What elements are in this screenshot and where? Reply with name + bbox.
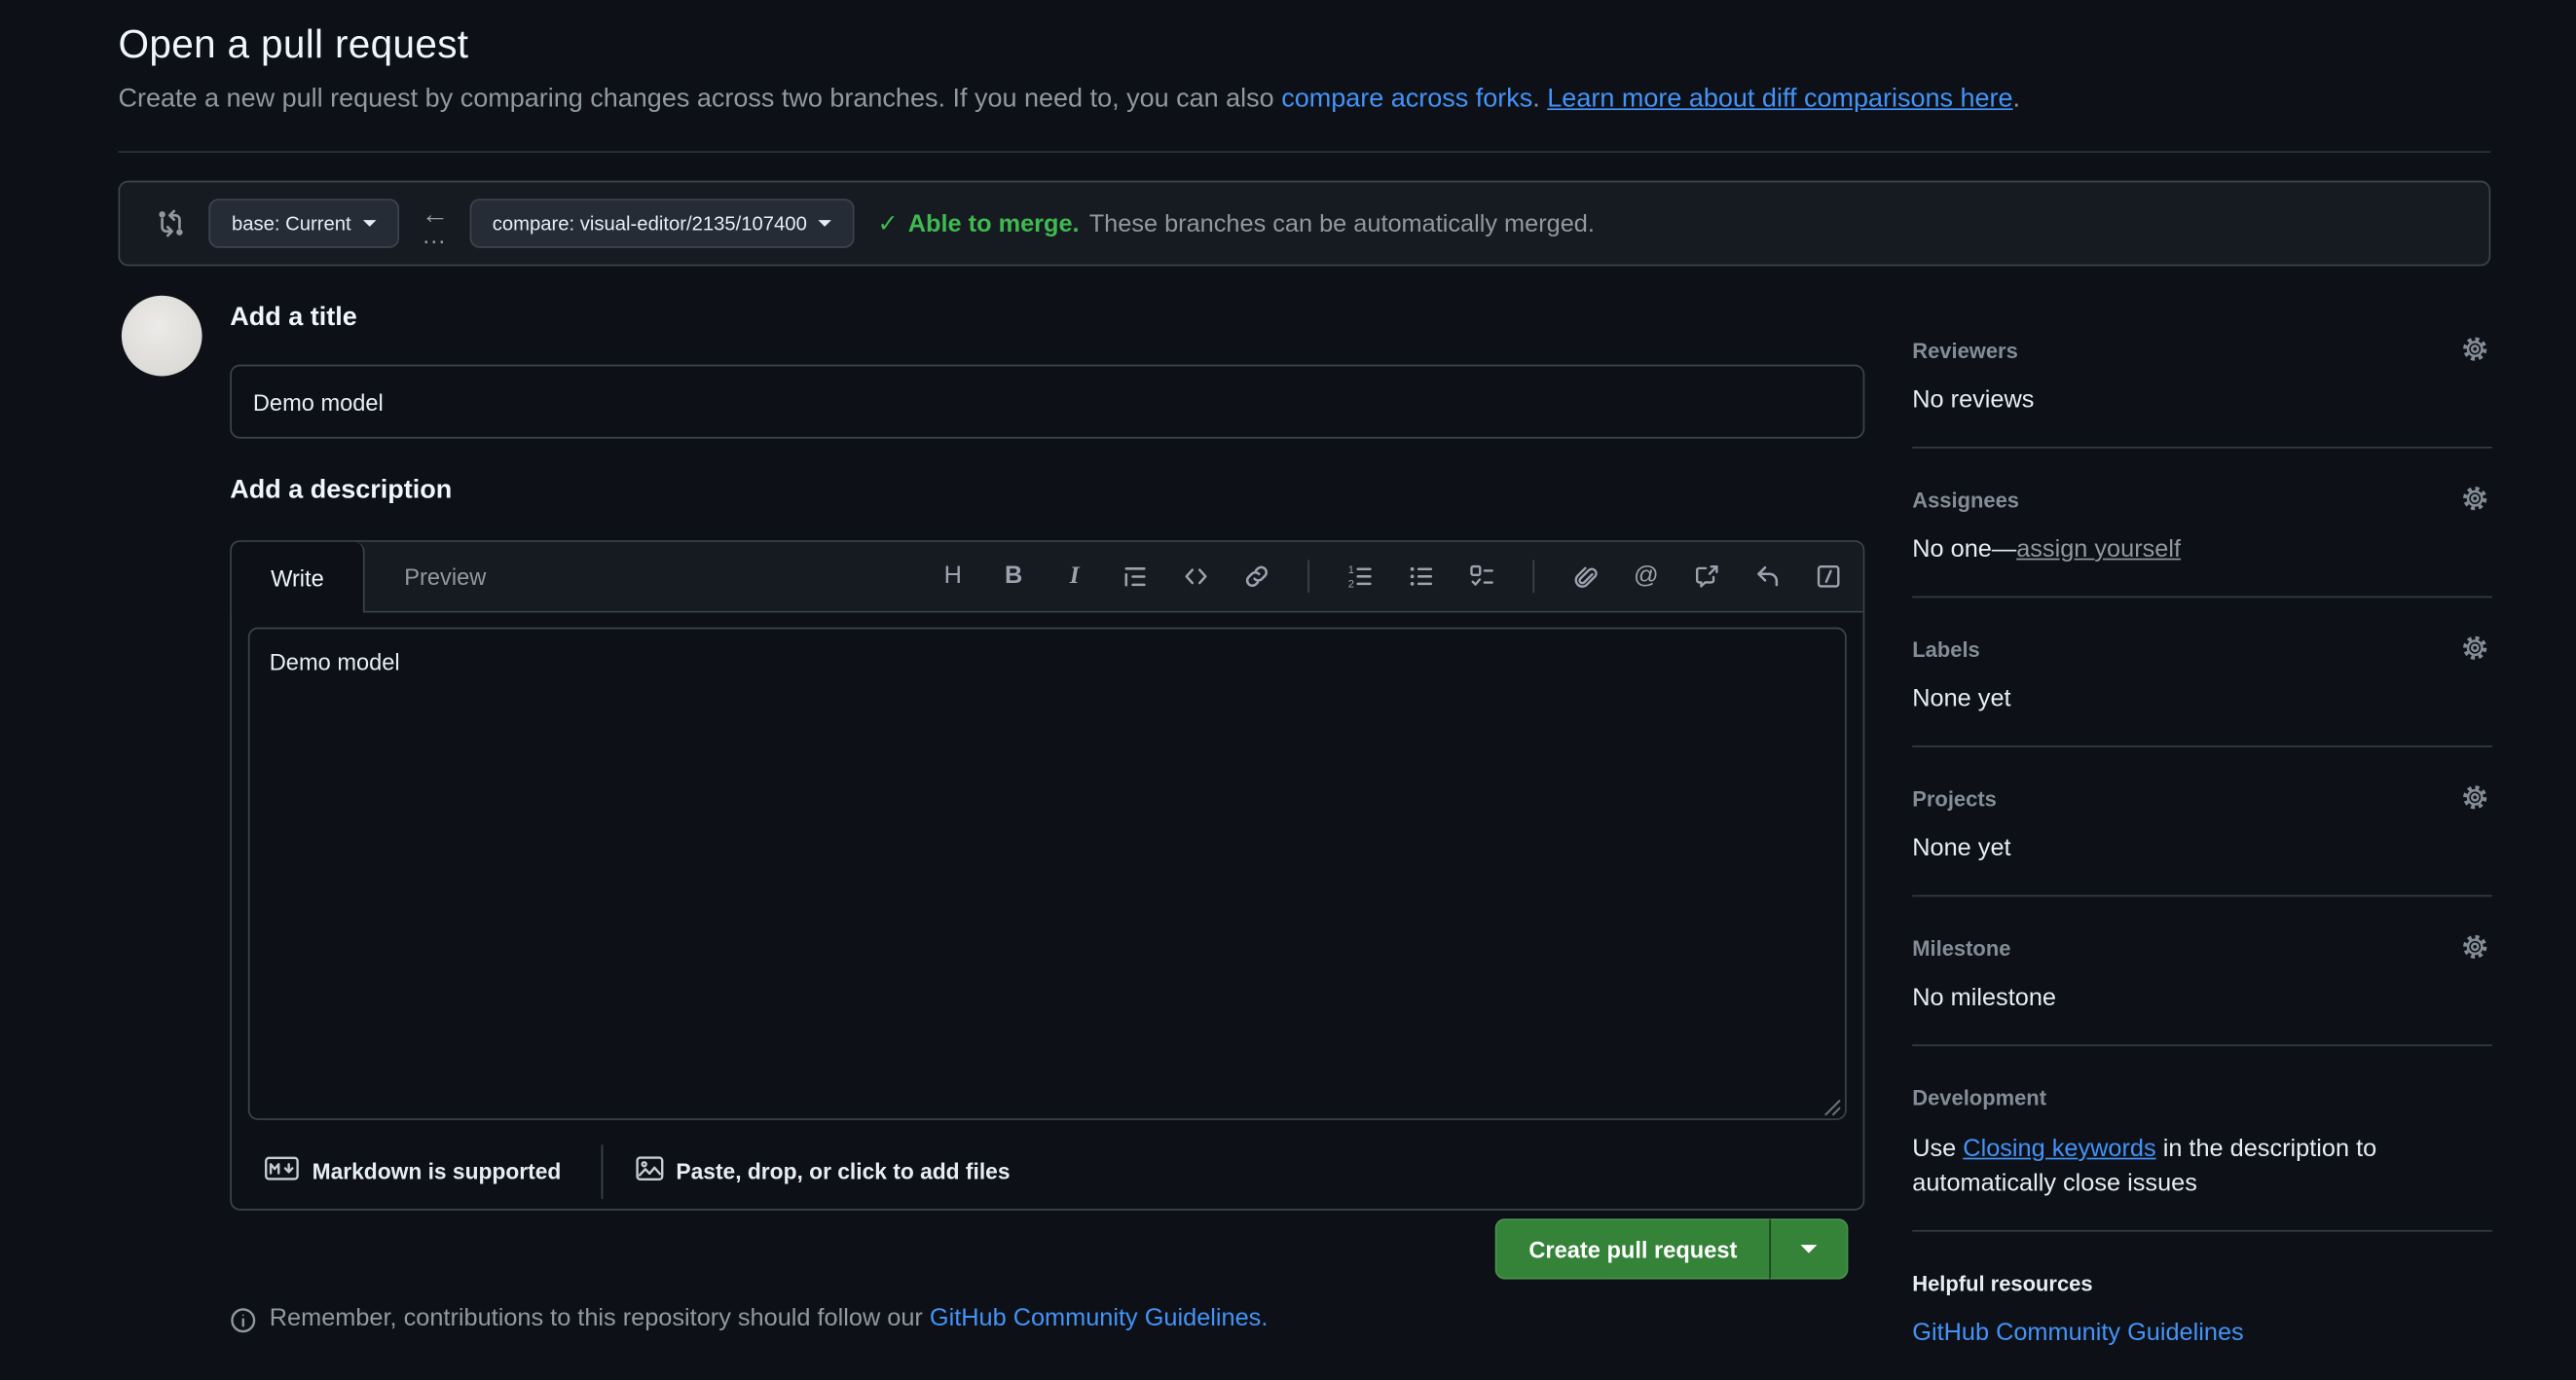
pr-title-input[interactable] — [230, 365, 1864, 439]
pr-form: Add a title Add a description Write Prev… — [230, 306, 1864, 1211]
community-guidelines-note: Remember, contributions to this reposito… — [230, 1304, 1268, 1340]
bold-icon[interactable]: B — [1001, 563, 1027, 590]
create-pull-request-button[interactable]: Create pull request — [1495, 1218, 1770, 1279]
assignees-heading: Assignees — [1912, 488, 2492, 514]
tab-write[interactable]: Write — [232, 542, 365, 613]
labels-heading: Labels — [1912, 637, 2492, 664]
development-text: Use Closing keywords in the description … — [1912, 1132, 2492, 1201]
svg-text:2: 2 — [1348, 578, 1354, 589]
reply-icon[interactable] — [1754, 563, 1781, 590]
page-subtitle: Create a new pull request by comparing c… — [119, 86, 2491, 115]
footer-separator — [601, 1144, 603, 1198]
projects-value: None yet — [1912, 833, 2492, 866]
markdown-supported[interactable]: Markdown is supported — [265, 1156, 562, 1185]
compare-across-forks-link[interactable]: compare across forks — [1281, 86, 1532, 114]
assign-yourself-link[interactable]: assign yourself — [2016, 535, 2181, 563]
base-branch-dropdown[interactable]: base: Current — [208, 199, 398, 248]
git-compare-icon — [156, 208, 185, 237]
link-icon[interactable] — [1243, 563, 1270, 590]
create-pr-button-group: Create pull request — [1495, 1218, 1849, 1279]
toolbar-separator — [1532, 560, 1534, 593]
gear-icon[interactable] — [2461, 335, 2489, 371]
heading-icon[interactable]: H — [939, 563, 966, 590]
community-guidelines-link[interactable]: GitHub Community Guidelines. — [930, 1304, 1268, 1332]
caret-down-icon — [362, 220, 376, 227]
attach-files-button[interactable]: Paste, drop, or click to add files — [635, 1156, 1010, 1185]
mention-icon[interactable]: @ — [1633, 563, 1659, 590]
svg-text:1: 1 — [1348, 564, 1354, 576]
note-text: Remember, contributions to this reposito… — [270, 1304, 930, 1332]
check-icon: ✓ — [877, 208, 898, 237]
create-pr-options-dropdown[interactable] — [1769, 1218, 1848, 1279]
description-editor: Write Preview H B I — [230, 540, 1864, 1211]
subtitle-text: Create a new pull request by comparing c… — [119, 86, 1282, 114]
pr-description-textarea[interactable]: Demo model — [248, 628, 1847, 1120]
page-title: Open a pull request — [119, 23, 2491, 69]
milestone-heading: Milestone — [1912, 936, 2492, 962]
development-heading: Development — [1912, 1085, 2492, 1111]
learn-more-diff-link[interactable]: Learn more about diff comparisons here — [1547, 86, 2012, 114]
compare-branch-label: compare: visual-editor/2135/107400 — [493, 212, 807, 236]
cross-reference-icon[interactable] — [1694, 563, 1720, 590]
sidebar: Reviewers No reviews Assignees No one—as… — [1912, 312, 2492, 1380]
avatar — [122, 296, 202, 377]
gear-icon[interactable] — [2461, 783, 2489, 819]
reviewers-value: No reviews — [1912, 384, 2492, 418]
reviewers-heading: Reviewers — [1912, 339, 2492, 365]
editor-footer: Markdown is supported Paste, drop, or cl… — [265, 1144, 1830, 1199]
markdown-supported-label: Markdown is supported — [313, 1159, 562, 1183]
tab-preview[interactable]: Preview — [363, 542, 528, 611]
gear-icon[interactable] — [2461, 634, 2489, 670]
sidebar-section-projects: Projects None yet — [1912, 747, 2492, 897]
italic-icon[interactable]: I — [1061, 563, 1087, 590]
description-heading: Add a description — [230, 478, 1864, 504]
caret-down-icon — [819, 220, 832, 227]
sidebar-section-reviewers: Reviewers No reviews — [1912, 312, 2492, 449]
arrow-left-icon: ← … — [417, 200, 453, 247]
code-icon[interactable] — [1183, 563, 1209, 590]
open-pull-request-page: Open a pull request Create a new pull re… — [0, 0, 2576, 1342]
helpful-resources-heading: Helpful resources — [1912, 1271, 2492, 1297]
quote-icon[interactable] — [1122, 563, 1149, 590]
branch-compare-bar: base: Current ← … compare: visual-editor… — [119, 181, 2491, 267]
attach-files-label: Paste, drop, or click to add files — [676, 1159, 1010, 1183]
list-ordered-icon[interactable]: 1 2 — [1347, 563, 1374, 590]
merge-status: ✓ Able to merge. These branches can be a… — [877, 208, 1594, 237]
merge-status-text: These branches can be automatically merg… — [1089, 209, 1595, 237]
tasklist-icon[interactable] — [1469, 563, 1495, 590]
slash-command-icon[interactable] — [1816, 563, 1842, 590]
milestone-value: No milestone — [1912, 982, 2492, 1015]
closing-keywords-link[interactable]: Closing keywords — [1963, 1135, 2155, 1163]
sidebar-section-helpful-resources: Helpful resources GitHub Community Guide… — [1912, 1232, 2492, 1380]
resize-handle[interactable] — [1823, 1096, 1842, 1125]
labels-value: None yet — [1912, 683, 2492, 716]
editor-header: Write Preview H B I — [232, 542, 1863, 613]
projects-heading: Projects — [1912, 786, 2492, 813]
base-branch-label: base: Current — [232, 212, 351, 236]
github-community-guidelines-link[interactable]: GitHub Community Guidelines — [1912, 1319, 2243, 1347]
markdown-icon — [265, 1156, 299, 1185]
merge-status-strong: Able to merge. — [908, 209, 1080, 237]
toolbar-separator — [1307, 560, 1309, 593]
page-header: Open a pull request Create a new pull re… — [119, 23, 2491, 116]
info-icon — [230, 1304, 256, 1340]
caret-down-icon — [1801, 1245, 1818, 1253]
sidebar-section-development: Development Use Closing keywords in the … — [1912, 1046, 2492, 1232]
sidebar-section-milestone: Milestone No milestone — [1912, 896, 2492, 1046]
header-divider — [119, 151, 2491, 153]
title-heading: Add a title — [230, 306, 1864, 332]
sidebar-section-assignees: Assignees No one—assign yourself — [1912, 449, 2492, 599]
sidebar-section-labels: Labels None yet — [1912, 598, 2492, 747]
gear-icon[interactable] — [2461, 933, 2489, 969]
assignees-value: No one— — [1912, 535, 2016, 563]
paperclip-icon[interactable] — [1572, 563, 1599, 590]
markdown-toolbar: H B I — [939, 542, 1841, 611]
compare-branch-dropdown[interactable]: compare: visual-editor/2135/107400 — [469, 199, 855, 248]
list-unordered-icon[interactable] — [1408, 563, 1434, 590]
gear-icon[interactable] — [2461, 485, 2489, 521]
image-icon — [635, 1156, 663, 1185]
